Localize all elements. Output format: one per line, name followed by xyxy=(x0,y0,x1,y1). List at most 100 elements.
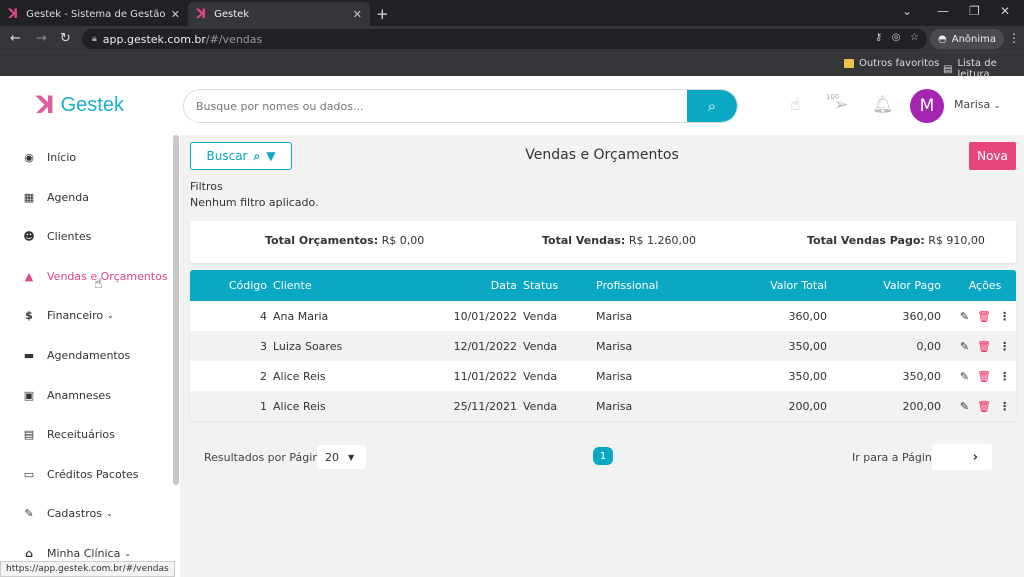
avatar[interactable]: M xyxy=(910,89,944,123)
avatar-letter: M xyxy=(919,96,935,116)
col-header-data[interactable]: Data xyxy=(440,270,517,301)
per-page-label: Resultados por Página xyxy=(204,451,327,464)
gestek-favicon-icon: ꓘ xyxy=(196,6,207,22)
sidebar-item[interactable]: ▣ Anamneses xyxy=(0,384,170,406)
sidebar-item[interactable]: ▤ Receituários xyxy=(0,423,170,445)
cell-status: Venda xyxy=(523,309,558,323)
reading-list-icon: ▤ xyxy=(943,63,953,75)
total-orcamentos-label: Total Orçamentos: xyxy=(265,234,379,247)
pencil-icon[interactable]: ✎ xyxy=(960,340,969,353)
dashboard-icon: ◉ xyxy=(24,150,34,164)
browser-status-bar: https://app.gestek.com.br/#/vendas xyxy=(0,561,175,577)
sidebar-item[interactable]: ▦ Agenda xyxy=(0,186,170,208)
caret-down-icon: ▼ xyxy=(348,452,355,462)
close-icon[interactable]: ✕ xyxy=(353,8,362,21)
bookmark-folder-others[interactable]: Outros favoritos xyxy=(844,58,939,69)
trash-icon[interactable]: 🗑︎ xyxy=(977,310,991,323)
col-header-codigo[interactable]: Código xyxy=(190,270,267,301)
main-content: Buscar ⌕ ▼ Vendas e Orçamentos Nova Filt… xyxy=(180,135,1024,577)
browser-tab[interactable]: ꓘ Gestek - Sistema de Gestão para ✕ xyxy=(0,2,188,26)
cell-codigo: 2 xyxy=(260,369,267,383)
users-icon: ☻ xyxy=(23,229,35,243)
minimize-icon[interactable]: — xyxy=(937,4,949,18)
browser-tab-active[interactable]: ꓘ Gestek ✕ xyxy=(188,2,370,26)
pencil-icon[interactable]: ✎ xyxy=(960,310,969,323)
sidebar-item[interactable]: ▲ Vendas e Orçamentos xyxy=(0,265,170,287)
sidebar-item[interactable]: $ Financeiro ⌄ xyxy=(0,304,170,326)
cell-valor-pago: 360,00 xyxy=(902,309,942,323)
window-close-icon[interactable]: ✕ xyxy=(1000,4,1010,18)
hand-pointer-icon[interactable]: ☝ xyxy=(790,95,800,115)
sidebar-item[interactable]: ◉ Início xyxy=(0,146,170,168)
forward-icon[interactable]: → xyxy=(36,31,47,46)
cell-cliente: Alice Reis xyxy=(273,369,326,383)
trash-icon[interactable]: 🗑︎ xyxy=(977,400,991,413)
omnibox-icons: ⚷ ◎ ☆ xyxy=(874,32,919,43)
search-input[interactable] xyxy=(184,90,689,122)
total-vendas-label: Total Vendas: xyxy=(542,234,626,247)
gestek-logo[interactable]: ꓘ Gestek xyxy=(36,91,124,119)
sidebar-scrollbar[interactable] xyxy=(173,135,179,485)
col-header-valor-pago[interactable]: Valor Pago xyxy=(840,270,941,301)
bookmark-label: Outros favoritos xyxy=(859,58,940,69)
total-vendas: Total Vendas: R$ 1.260,00 xyxy=(542,234,696,247)
sidebar-item-label: Créditos Pacotes xyxy=(47,467,139,481)
address-bar[interactable]: 🔒︎ app.gestek.com.br/#/vendas ⚷ ◎ ☆ xyxy=(82,29,927,49)
cell-valor-pago: 0,00 xyxy=(916,339,942,353)
table-row[interactable]: 2 Alice Reis 11/01/2022 Venda Marisa 350,00 35… xyxy=(190,361,1016,391)
table-row[interactable]: 1 Alice Reis 25/11/2021 Venda Marisa 200,00 20… xyxy=(190,391,1016,421)
paper-plane-icon[interactable]: ➢ xyxy=(834,95,848,115)
tab-search-chevron-icon[interactable]: ⌄ xyxy=(902,4,912,18)
cell-valor-pago: 350,00 xyxy=(902,369,942,383)
restore-icon[interactable]: ❐ xyxy=(969,4,980,18)
next-page-button[interactable]: › xyxy=(932,444,992,470)
more-vertical-icon[interactable]: ⋮ xyxy=(999,310,1010,323)
cell-cliente: Ana Maria xyxy=(273,309,329,323)
reload-icon[interactable]: ↻ xyxy=(60,31,71,46)
more-vertical-icon[interactable]: ⋮ xyxy=(999,340,1010,353)
sidebar-item-label: Agendamentos xyxy=(47,348,131,362)
butterfly-logo-icon: ꓘ xyxy=(36,91,55,119)
browser-menu-icon[interactable]: ⋮ xyxy=(1008,31,1020,45)
col-header-profissional[interactable]: Profissional xyxy=(596,270,716,301)
trash-icon[interactable]: 🗑︎ xyxy=(977,340,991,353)
col-header-valor-total[interactable]: Valor Total xyxy=(726,270,827,301)
sidebar-item[interactable]: ✎ Cadastros ⌄ xyxy=(0,502,170,524)
pencil-icon[interactable]: ✎ xyxy=(960,400,969,413)
pencil-icon[interactable]: ✎ xyxy=(960,370,969,383)
total-vendas-pago-value: R$ 910,00 xyxy=(928,234,985,247)
col-header-cliente[interactable]: Cliente xyxy=(273,270,423,301)
more-vertical-icon[interactable]: ⋮ xyxy=(999,400,1010,413)
cell-codigo: 3 xyxy=(260,339,267,353)
trash-icon[interactable]: 🗑︎ xyxy=(977,370,991,383)
total-vendas-value: R$ 1.260,00 xyxy=(628,234,696,247)
chevron-down-icon: ⌄ xyxy=(993,101,1001,110)
bell-icon[interactable]: 🔔︎ xyxy=(872,95,894,115)
user-menu[interactable]: Marisa ⌄ xyxy=(954,98,1001,111)
col-header-acoes: Ações xyxy=(968,279,1002,292)
more-vertical-icon[interactable]: ⋮ xyxy=(999,370,1010,383)
incognito-icon: ◓ xyxy=(938,33,947,45)
back-icon[interactable]: ← xyxy=(10,31,21,46)
new-tab-icon[interactable]: + xyxy=(376,5,389,23)
edit-icon: ✎ xyxy=(24,506,34,520)
sidebar-item[interactable]: ▬ Agendamentos xyxy=(0,344,170,366)
row-actions: ✎ 🗑︎ ⋮ xyxy=(956,301,1014,331)
incognito-indicator[interactable]: ◓ Anônima xyxy=(930,29,1005,49)
page-title: Vendas e Orçamentos xyxy=(525,147,679,163)
sidebar-item[interactable]: ▭ Créditos Pacotes xyxy=(0,463,170,485)
table-row[interactable]: 4 Ana Maria 10/01/2022 Venda Marisa 360,00 360… xyxy=(190,301,1016,331)
search-button[interactable]: ⌕ xyxy=(687,90,737,122)
browser-toolbar: ← → ↻ 🔒︎ app.gestek.com.br/#/vendas ⚷ ◎ … xyxy=(0,26,1024,52)
close-icon[interactable]: ✕ xyxy=(171,8,180,21)
sidebar-item[interactable]: ☻ Clientes xyxy=(0,225,170,247)
col-header-status[interactable]: Status xyxy=(523,270,583,301)
per-page-select[interactable]: 20 ▼ xyxy=(317,445,366,469)
nova-button[interactable]: Nova xyxy=(969,142,1016,170)
table-row[interactable]: 3 Luiza Soares 12/01/2022 Venda Marisa 350,00… xyxy=(190,331,1016,361)
page-button-current[interactable]: 1 xyxy=(593,447,613,465)
cell-status: Venda xyxy=(523,339,558,353)
total-vendas-pago-label: Total Vendas Pago: xyxy=(807,234,925,247)
bookmarks-bar: Outros favoritos ▤ Lista de leitura xyxy=(0,52,1024,80)
cell-profissional: Marisa xyxy=(596,339,633,353)
